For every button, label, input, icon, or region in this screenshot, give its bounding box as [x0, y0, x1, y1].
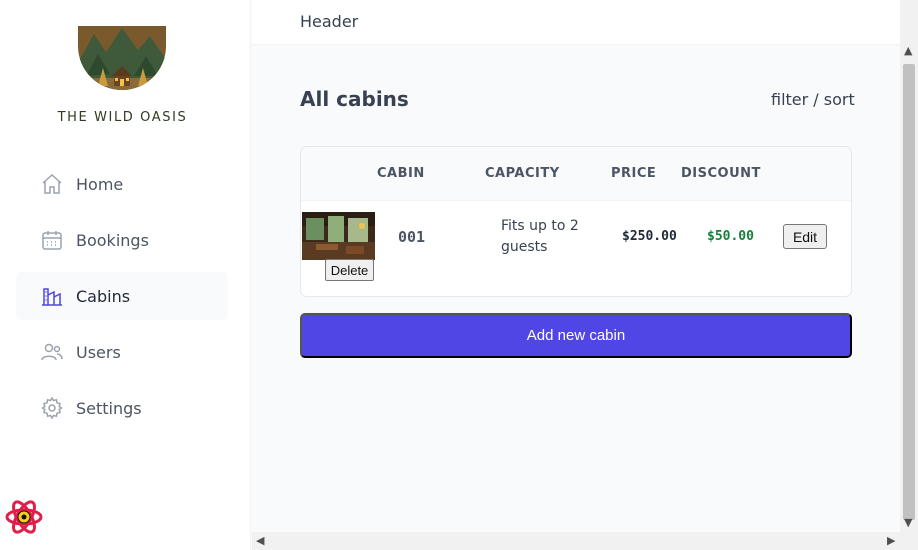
cabins-icon — [40, 284, 64, 308]
sidebar-item-bookings[interactable]: Bookings — [16, 216, 228, 264]
sidebar-item-cabins[interactable]: Cabins — [16, 272, 228, 320]
cabin-capacity: Fits up to 2 guests — [501, 218, 579, 255]
cabin-image — [302, 212, 375, 260]
column-header-capacity: CAPACITY — [485, 166, 560, 181]
sidebar-item-label: Settings — [76, 398, 142, 418]
column-header-discount: DISCOUNT — [681, 166, 761, 181]
delete-cabin-button[interactable]: Delete — [325, 259, 374, 281]
horizontal-scrollbar[interactable] — [252, 532, 900, 550]
sidebar-item-label: Bookings — [76, 230, 149, 250]
sidebar-item-label: Cabins — [76, 286, 131, 306]
add-new-cabin-button[interactable]: Add new cabin — [300, 313, 852, 358]
scroll-left-arrow-icon[interactable]: ◀ — [256, 534, 264, 547]
sidebar: THE WILD OASIS Home Bookings Cabins User… — [0, 0, 251, 550]
cabin-discount: $50.00 — [707, 229, 754, 244]
sidebar-item-settings[interactable]: Settings — [16, 384, 228, 432]
edit-cabin-button[interactable]: Edit — [783, 224, 827, 249]
gear-icon — [40, 396, 64, 420]
vertical-scrollbar-thumb[interactable] — [903, 64, 915, 520]
wild-oasis-logo — [78, 26, 166, 90]
scroll-down-arrow-icon[interactable]: ▼ — [904, 516, 912, 529]
sidebar-item-users[interactable]: Users — [16, 328, 228, 376]
main-navigation: Home Bookings Cabins Users Settings — [16, 160, 228, 440]
users-icon — [40, 340, 64, 364]
scroll-up-arrow-icon[interactable]: ▲ — [904, 44, 912, 57]
calendar-icon — [40, 228, 64, 252]
column-header-cabin: CABIN — [377, 166, 425, 181]
home-icon — [40, 172, 64, 196]
table-header: CABIN CAPACITY PRICE DISCOUNT — [301, 147, 851, 201]
sidebar-item-label: Users — [76, 342, 121, 362]
sidebar-item-home[interactable]: Home — [16, 160, 228, 208]
app-header: Header — [252, 0, 900, 45]
cabin-price: $250.00 — [622, 229, 677, 244]
column-header-price: PRICE — [611, 166, 657, 181]
header-text: Header — [300, 12, 359, 31]
react-devtools-icon[interactable] — [4, 497, 44, 537]
scroll-right-arrow-icon[interactable]: ▶ — [887, 534, 895, 547]
page-title: All cabins — [300, 87, 409, 111]
cabin-name: 001 — [398, 228, 426, 246]
brand-name: THE WILD OASIS — [57, 110, 188, 125]
filter-sort-label[interactable]: filter / sort — [771, 90, 855, 109]
sidebar-item-label: Home — [76, 174, 124, 194]
